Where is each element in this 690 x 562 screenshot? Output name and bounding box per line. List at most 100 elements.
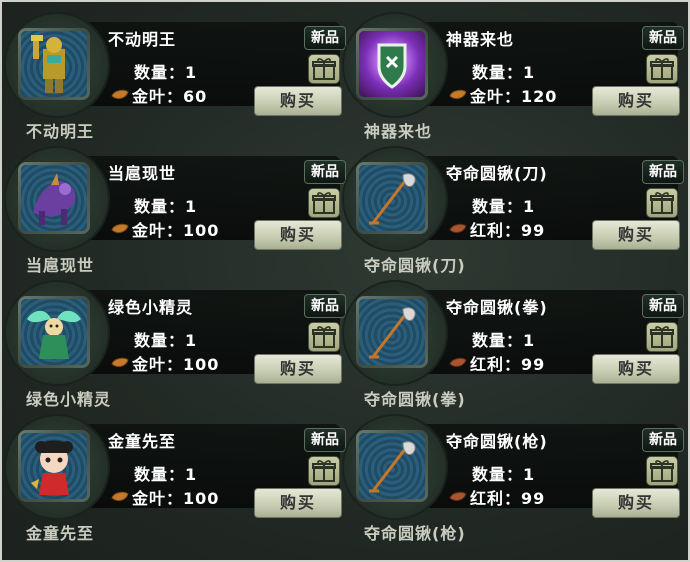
shop-panel: 不动明王 新品 数量：1 金叶：60 购买 不动明王 神器来也 新品 数量：1 … (0, 0, 690, 562)
gift-button[interactable] (308, 188, 340, 218)
item-title: 夺命圆锹(刀) (446, 164, 548, 183)
gift-icon (650, 58, 674, 80)
shovel-icon (369, 441, 416, 493)
item-price: 金叶：120 (470, 87, 558, 106)
gift-icon (312, 192, 336, 214)
gift-button[interactable] (646, 188, 678, 218)
item-icon-frame[interactable] (18, 162, 90, 234)
item-icon-frame[interactable] (356, 28, 428, 100)
item-price: 红利：99 (470, 489, 546, 508)
gift-icon (312, 460, 336, 482)
gift-button[interactable] (308, 456, 340, 486)
red-bonus-icon (449, 491, 467, 502)
item-quantity: 数量：1 (472, 63, 536, 82)
item-price: 金叶：100 (132, 221, 220, 240)
item-art (359, 165, 425, 231)
buy-button[interactable]: 购买 (254, 86, 342, 116)
new-badge: 新品 (642, 26, 684, 50)
item-icon-frame[interactable] (356, 430, 428, 502)
gift-icon (312, 326, 336, 348)
item-quantity: 数量：1 (472, 331, 536, 350)
new-badge: 新品 (304, 428, 346, 452)
item-icon-frame[interactable] (356, 162, 428, 234)
shop-item-card: 不动明王 新品 数量：1 金叶：60 购买 不动明王 (4, 6, 346, 141)
item-icon-frame[interactable] (18, 296, 90, 368)
item-title: 不动明王 (108, 30, 177, 49)
gold-leaf-icon (111, 357, 129, 368)
item-quantity: 数量：1 (134, 465, 198, 484)
new-badge: 新品 (642, 428, 684, 452)
new-badge: 新品 (642, 294, 684, 318)
item-caption: 不动明王 (26, 122, 95, 141)
item-caption: 神器来也 (364, 122, 433, 141)
buy-button[interactable]: 购买 (254, 488, 342, 518)
buy-button[interactable]: 购买 (592, 220, 680, 250)
item-quantity: 数量：1 (472, 465, 536, 484)
item-quantity: 数量：1 (134, 197, 198, 216)
item-title: 绿色小精灵 (108, 298, 194, 317)
shop-item-card: 绿色小精灵 新品 数量：1 金叶：100 购买 绿色小精灵 (4, 274, 346, 409)
item-caption: 夺命圆锹(拳) (364, 390, 466, 409)
item-art (21, 165, 87, 231)
gift-icon (650, 460, 674, 482)
buy-button[interactable]: 购买 (254, 220, 342, 250)
item-price: 红利：99 (470, 221, 546, 240)
gift-button[interactable] (646, 54, 678, 84)
item-art (21, 433, 87, 499)
shovel-icon (369, 307, 416, 359)
shop-item-card: 当扈现世 新品 数量：1 金叶：100 购买 当扈现世 (4, 140, 346, 275)
item-price: 金叶：60 (132, 87, 208, 106)
gift-button[interactable] (308, 322, 340, 352)
gift-icon (312, 58, 336, 80)
item-title: 夺命圆锹(枪) (446, 432, 548, 451)
shovel-icon (369, 173, 416, 225)
item-price: 金叶：100 (132, 355, 220, 374)
gift-button[interactable] (308, 54, 340, 84)
item-art (359, 299, 425, 365)
red-bonus-icon (449, 223, 467, 234)
buy-button[interactable]: 购买 (254, 354, 342, 384)
golden-child-icon (31, 440, 73, 495)
new-badge: 新品 (304, 160, 346, 184)
item-art (359, 31, 425, 97)
item-quantity: 数量：1 (472, 197, 536, 216)
shop-item-card: 神器来也 新品 数量：1 金叶：120 购买 神器来也 (342, 6, 684, 141)
buy-button[interactable]: 购买 (592, 354, 680, 384)
buy-button[interactable]: 购买 (592, 488, 680, 518)
item-icon-frame[interactable] (356, 296, 428, 368)
gift-button[interactable] (646, 456, 678, 486)
shop-item-card: 夺命圆锹(刀) 新品 数量：1 红利：99 购买 夺命圆锹(刀) (342, 140, 684, 275)
green-fairy-icon (27, 310, 81, 359)
item-caption: 夺命圆锹(枪) (364, 524, 466, 543)
item-quantity: 数量：1 (134, 63, 198, 82)
gold-leaf-icon (111, 491, 129, 502)
item-title: 神器来也 (446, 30, 515, 49)
new-badge: 新品 (304, 294, 346, 318)
gold-leaf-icon (449, 89, 467, 100)
item-art (359, 433, 425, 499)
item-quantity: 数量：1 (134, 331, 198, 350)
gift-icon (650, 192, 674, 214)
item-art (21, 299, 87, 365)
item-icon-frame[interactable] (18, 28, 90, 100)
shop-item-card: 金童先至 新品 数量：1 金叶：100 购买 金童先至 (4, 408, 346, 543)
item-caption: 夺命圆锹(刀) (364, 256, 466, 275)
red-bonus-icon (449, 357, 467, 368)
item-title: 夺命圆锹(拳) (446, 298, 548, 317)
armored-warrior-icon (31, 35, 65, 93)
item-caption: 绿色小精灵 (26, 390, 112, 409)
glowing-shield-icon (377, 43, 407, 89)
new-badge: 新品 (642, 160, 684, 184)
item-icon-frame[interactable] (18, 430, 90, 502)
shop-item-card: 夺命圆锹(拳) 新品 数量：1 红利：99 购买 夺命圆锹(拳) (342, 274, 684, 409)
new-badge: 新品 (304, 26, 346, 50)
buy-button[interactable]: 购买 (592, 86, 680, 116)
shop-item-card: 夺命圆锹(枪) 新品 数量：1 红利：99 购买 夺命圆锹(枪) (342, 408, 684, 543)
gift-icon (650, 326, 674, 348)
item-caption: 金童先至 (26, 524, 95, 543)
item-price: 红利：99 (470, 355, 546, 374)
item-price: 金叶：100 (132, 489, 220, 508)
gift-button[interactable] (646, 322, 678, 352)
gold-leaf-icon (111, 223, 129, 234)
item-caption: 当扈现世 (26, 256, 95, 275)
